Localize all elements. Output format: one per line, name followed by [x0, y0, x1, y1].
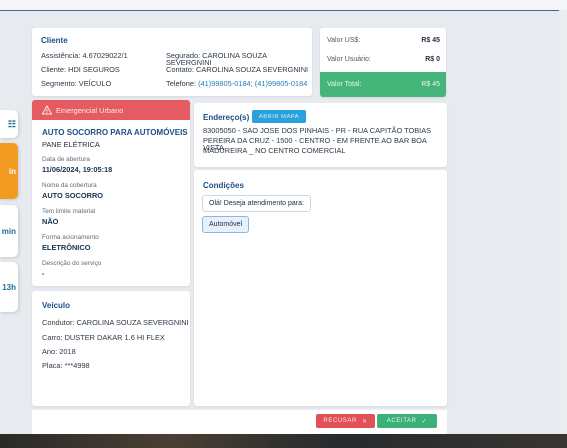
top-bar — [0, 0, 567, 11]
condutor-text: Condutor: CAROLINA SOUZA SEVERGNINI — [42, 318, 189, 327]
emergencia-header: Emergencial Urbano — [32, 100, 190, 120]
automovel-option[interactable]: Automóvel — [202, 216, 250, 233]
descricao-value: - — [42, 269, 45, 278]
side-tab-13h[interactable]: 13h — [0, 262, 18, 312]
limite-label: Tem limite material — [42, 208, 96, 215]
condicoes-question: Olá! Deseja atendimento para: — [202, 195, 311, 212]
side-tab-active[interactable]: in — [0, 143, 18, 199]
right-edge-strip — [559, 10, 567, 434]
descricao-label: Descrição do serviço — [42, 260, 102, 267]
veiculo-card: Veículo Condutor: CAROLINA SOUZA SEVERGN… — [32, 291, 190, 406]
emergencia-card: Emergencial Urbano AUTO SOCORRO PARA AUT… — [32, 100, 190, 286]
emergencia-header-label: Emergencial Urbano — [56, 105, 124, 115]
side-tab-min-label: min — [1, 226, 16, 236]
side-tab-active-label: in — [8, 166, 16, 176]
recusar-button[interactable]: RECUSAR ✕ — [316, 414, 375, 428]
servico-sub: PANE ELÉTRICA — [42, 140, 100, 149]
endereco-card: Endereço(s) ABRIR MAPA 83005050 - SAO JO… — [194, 103, 447, 167]
forma-value: ELETRÔNICO — [42, 243, 91, 252]
endereco-line-3: MADUREIRA _ NO CENTRO COMERCIAL — [203, 146, 346, 155]
segmento-text: Segmento: VEÍCULO — [41, 79, 112, 88]
aceitar-label: ACEITAR — [386, 418, 417, 424]
valor-usd-label: Valor US$: — [327, 37, 361, 44]
cliente-title: Cliente — [41, 36, 68, 45]
warning-icon — [42, 105, 52, 115]
telefone-label: Telefone: — [166, 79, 196, 88]
bottom-background-strip — [0, 434, 567, 448]
limite-value: NÃO — [42, 217, 59, 226]
condicoes-title: Condições — [203, 181, 244, 190]
assistencia-text: Assistência: 4.67029022/1 — [41, 51, 128, 60]
carro-text: Carro: DUSTER DAKAR 1.6 HI FLEX — [42, 333, 165, 342]
servico-title: AUTO SOCORRO PARA AUTOMÓVEIS — [42, 128, 188, 137]
check-icon: ✓ — [421, 418, 428, 425]
ano-text: Ano: 2018 — [42, 347, 76, 356]
contato-text: Contato: CAROLINA SOUZA SEVERGNINI — [166, 65, 309, 74]
valores-card: Valor US$: R$ 45 Valor Usuário: R$ 0 Val… — [320, 28, 446, 97]
valor-usuario-value: R$ 0 — [425, 56, 440, 63]
valor-total-label: Valor Total: — [327, 81, 362, 88]
valor-total-value: R$ 45 — [421, 81, 440, 88]
aceitar-button[interactable]: ACEITAR ✓ — [377, 414, 437, 428]
valor-total-bar: Valor Total: R$ 45 — [320, 72, 446, 97]
endereco-line-1: 83005050 - SAO JOSE DOS PINHAIS - PR - R… — [203, 126, 432, 135]
list-icon: ☷ — [7, 118, 16, 129]
footer-bar: RECUSAR ✕ ACEITAR ✓ — [32, 409, 447, 434]
telefone-link[interactable]: (41)99805-0184; (41)99805-0184 — [198, 79, 307, 88]
endereco-title: Endereço(s) — [203, 113, 250, 122]
cobertura-value: AUTO SOCORRO — [42, 191, 104, 200]
valor-usd-value: R$ 45 — [421, 37, 440, 44]
placa-text: Placa: ***4998 — [42, 361, 90, 370]
cliente-card: Cliente Assistência: 4.67029022/1 Client… — [32, 28, 312, 96]
recusar-label: RECUSAR — [323, 418, 357, 424]
data-abertura-label: Data de abertura — [42, 156, 90, 163]
data-abertura-value: 11/06/2024, 19:05:18 — [42, 165, 113, 174]
side-tab-list[interactable]: ☷ — [0, 110, 18, 138]
veiculo-title: Veículo — [42, 301, 71, 310]
side-tab-13h-label: 13h — [2, 282, 16, 292]
close-icon: ✕ — [361, 418, 368, 425]
cobertura-label: Nome da cobertura — [42, 182, 97, 189]
abrir-mapa-button[interactable]: ABRIR MAPA — [252, 110, 306, 123]
valor-usuario-label: Valor Usuário: — [327, 56, 371, 63]
forma-label: Forma acionamento — [42, 234, 99, 241]
condicoes-card: Condições Olá! Deseja atendimento para: … — [194, 170, 447, 406]
side-tab-min[interactable]: min — [0, 205, 18, 257]
cliente-text: Cliente: HDI SEGUROS — [41, 65, 120, 74]
